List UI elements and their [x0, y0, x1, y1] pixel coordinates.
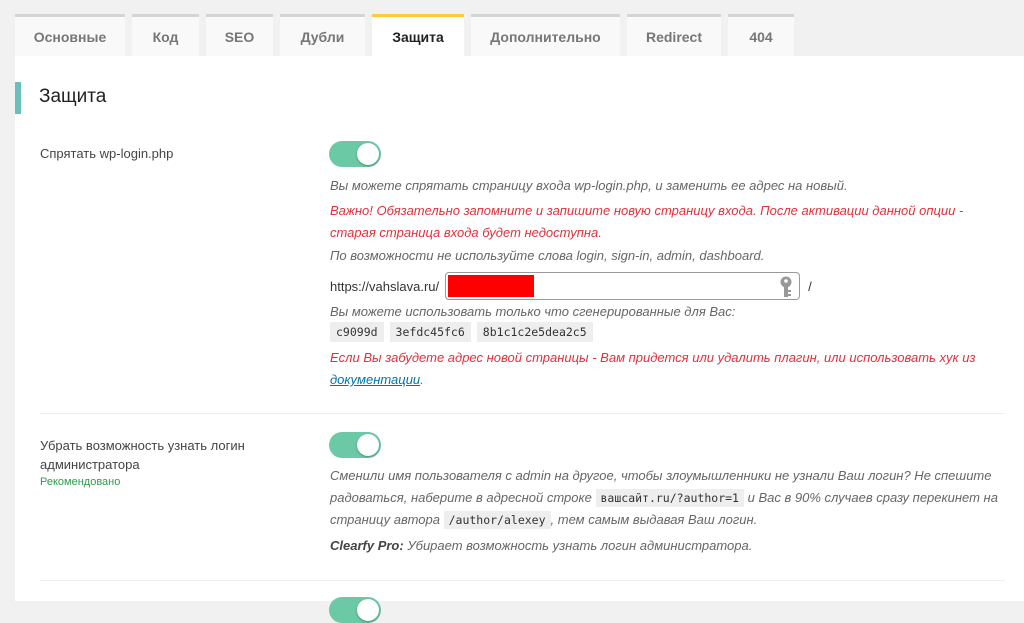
tab-basic[interactable]: Основные — [15, 14, 125, 56]
hide-login-warning: Важно! Обязательно запомните и запишите … — [330, 203, 964, 240]
code-author-query: вашсайт.ru/?author=1 — [595, 489, 744, 507]
toggle-knob — [357, 599, 379, 621]
generated-slug[interactable]: 3efdc45fc6 — [389, 322, 471, 342]
login-slug-input[interactable] — [445, 272, 801, 300]
hide-admin-login-toggle[interactable] — [329, 432, 381, 458]
section-accent-bar — [15, 82, 21, 114]
hide-login-toggle[interactable] — [329, 141, 381, 167]
pro-feature-note: Clearfy Pro: Убирает возможность узнать … — [330, 535, 1010, 557]
tab-security[interactable]: Защита — [372, 14, 464, 56]
hide-admin-login-label-group: Убрать возможность узнать логин админист… — [40, 436, 280, 490]
recommended-badge: Рекомендовано — [40, 476, 121, 488]
url-suffix: / — [808, 278, 812, 294]
hide-login-hint: По возможности не используйте слова logi… — [330, 248, 765, 263]
tab-advanced[interactable]: Дополнительно — [471, 14, 620, 56]
hide-admin-login-label: Убрать возможность узнать логин админист… — [40, 438, 245, 472]
login-url-row: https://vahslava.ru/ / — [330, 271, 812, 301]
divider — [40, 580, 1005, 581]
hide-login-description: Вы можете спрятать страницу входа wp-log… — [330, 178, 848, 193]
hide-login-label: Спрятать wp-login.php — [40, 146, 174, 161]
documentation-link[interactable]: документации — [330, 372, 420, 387]
forget-warning: Если Вы забудете адрес новой страницы - … — [330, 347, 1000, 391]
period: . — [420, 372, 424, 387]
desc-text: , тем самым выдавая Ваш логин. — [550, 512, 758, 527]
section-title: Защита — [39, 86, 107, 107]
redacted-value — [448, 275, 535, 297]
tab-duplicates[interactable]: Дубли — [280, 14, 365, 56]
generated-slugs: c9099d 3efdc45fc6 8b1c1c2e5dea2c5 — [330, 322, 593, 342]
tab-404[interactable]: 404 — [728, 14, 794, 56]
divider — [40, 413, 1005, 414]
toggle-knob — [357, 434, 379, 456]
generated-label: Вы можете использовать только что сгенер… — [330, 304, 736, 319]
code-author-path: /author/alexey — [443, 511, 551, 529]
pro-label: Clearfy Pro: — [330, 538, 404, 553]
generated-slug[interactable]: 8b1c1c2e5dea2c5 — [476, 322, 593, 342]
settings-panel: Защита Спрятать wp-login.php Вы можете с… — [15, 56, 1024, 623]
tab-redirect[interactable]: Redirect — [627, 14, 721, 56]
toggle-knob — [357, 143, 379, 165]
pro-text: Убирает возможность узнать логин админис… — [407, 538, 753, 553]
url-prefix: https://vahslava.ru/ — [330, 278, 440, 294]
forget-warning-text: Если Вы забудете адрес новой страницы - … — [330, 350, 976, 365]
settings-tabs: Основные Код SEO Дубли Защита Дополнител… — [15, 14, 794, 56]
hide-admin-login-description: Сменили имя пользователя с admin на друг… — [330, 465, 1010, 531]
tab-seo[interactable]: SEO — [206, 14, 273, 56]
key-icon[interactable] — [779, 276, 793, 298]
generated-slug[interactable]: c9099d — [330, 322, 384, 342]
tab-code[interactable]: Код — [132, 14, 199, 56]
